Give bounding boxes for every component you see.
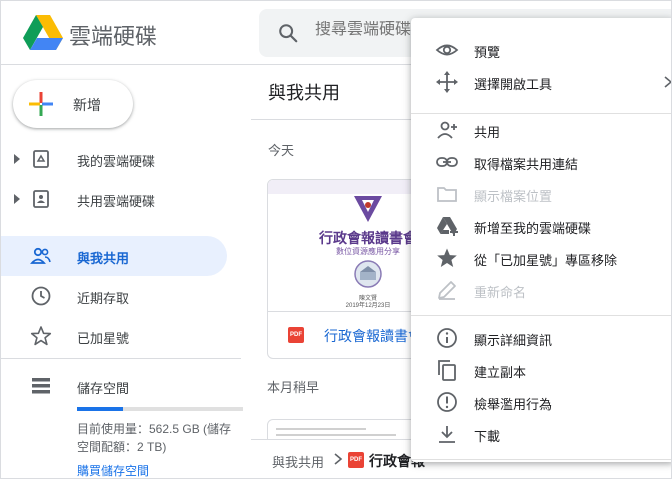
thumbnail-emblem-icon [354, 196, 382, 222]
new-button-label: 新增 [73, 97, 101, 113]
clock-icon [31, 286, 51, 306]
menu-item-rename: 重新命名 [411, 274, 671, 306]
eye-icon [435, 44, 459, 56]
report-icon [437, 392, 457, 412]
folder-icon [437, 187, 457, 202]
menu-item-add-to-my-drive[interactable]: 新增至我的雲端硬碟 [411, 210, 671, 242]
app-title[interactable]: 雲端硬碟 [69, 19, 157, 51]
info-icon [437, 328, 457, 348]
menu-item-remove-from-starred[interactable]: 從「已加星號」專區移除 [411, 242, 671, 274]
buy-storage-link[interactable]: 購買儲存空間 [77, 462, 149, 478]
my-drive-icon [33, 150, 49, 168]
menu-item-label: 顯示檔案位置 [474, 189, 553, 204]
menu-item-label: 建立副本 [474, 365, 527, 380]
file-name[interactable]: 行政會報讀書會 [324, 326, 422, 346]
menu-item-label: 下載 [474, 429, 501, 444]
plus-icon [29, 92, 53, 116]
caret-right-icon[interactable] [13, 193, 21, 205]
context-menu: 預覽 選擇開啟工具 共用 取得檔案共用連結 顯示檔案位置 新增至我的雲端硬碟 從… [411, 18, 671, 462]
storage-progress-bar [77, 407, 243, 411]
thumbnail-text-line [276, 434, 396, 436]
sidebar-item-label: 我的雲端硬碟 [77, 154, 156, 169]
sidebar-item-recent[interactable]: 近期存取 [1, 276, 227, 316]
sidebar-item-shared-with-me[interactable]: 與我共用 [1, 236, 227, 276]
sidebar-item-label: 共用雲端硬碟 [77, 194, 156, 209]
sidebar-item-label: 已加星號 [77, 331, 130, 346]
copy-icon [438, 360, 456, 381]
storage-label[interactable]: 儲存空間 [77, 378, 129, 397]
menu-item-label: 檢舉濫用行為 [474, 397, 553, 412]
chevron-right-icon [334, 453, 343, 465]
caret-right-icon[interactable] [13, 153, 21, 165]
pencil-icon [438, 281, 456, 300]
menu-item-open-with[interactable]: 選擇開啟工具 [411, 66, 671, 98]
menu-item-view-details[interactable]: 顯示詳細資訊 [411, 322, 671, 354]
link-icon [436, 157, 458, 167]
drive-window: 雲端硬碟 新增 我的雲端硬碟 [0, 0, 672, 479]
drive-logo-icon[interactable] [23, 15, 63, 51]
menu-item-label: 重新命名 [474, 285, 527, 300]
storage-quota-text: 空間配額：2 TB) [77, 440, 167, 454]
pdf-icon: PDF [288, 327, 304, 343]
menu-item-preview[interactable]: 預覽 [411, 34, 671, 66]
new-button[interactable]: 新增 [13, 80, 133, 128]
menu-item-label: 顯示詳細資訊 [474, 333, 553, 348]
person-add-icon [437, 121, 457, 139]
menu-item-share[interactable]: 共用 [411, 114, 671, 146]
shared-drives-icon [33, 190, 49, 208]
menu-item-label: 從「已加星號」專區移除 [474, 253, 618, 268]
menu-item-label: 選擇開啟工具 [474, 77, 553, 92]
thumbnail-photo-icon [354, 260, 382, 288]
search-icon[interactable] [277, 22, 299, 44]
menu-item-label: 取得檔案共用連結 [474, 157, 579, 172]
menu-item-label: 新增至我的雲端硬碟 [474, 221, 592, 236]
submenu-chevron-icon [664, 76, 671, 88]
sidebar-item-label: 近期存取 [77, 291, 130, 306]
storage-progress-fill [77, 407, 123, 411]
sidebar-item-label: 與我共用 [77, 251, 130, 266]
open-with-icon [436, 71, 458, 93]
add-to-drive-icon [437, 217, 458, 236]
thumbnail-text-line [276, 428, 366, 430]
menu-item-get-link[interactable]: 取得檔案共用連結 [411, 146, 671, 178]
sidebar-divider [1, 358, 241, 359]
storage-icon [32, 378, 50, 394]
section-header-earlier-this-month: 本月稍早 [267, 380, 320, 395]
menu-item-download[interactable]: 下載 [411, 418, 671, 450]
storage-used-text: 目前使用量：562.5 GB (儲存 [77, 422, 232, 436]
menu-item-label: 共用 [474, 125, 501, 140]
sidebar-item-starred[interactable]: 已加星號 [1, 316, 227, 356]
download-icon [439, 426, 455, 443]
pdf-icon: PDF [348, 452, 364, 468]
section-header-today: 今天 [268, 143, 295, 158]
shared-with-me-icon [30, 247, 51, 264]
star-outline-icon [30, 326, 52, 346]
menu-item-report-abuse[interactable]: 檢舉濫用行為 [411, 386, 671, 418]
sidebar-item-shared-drives[interactable]: 共用雲端硬碟 [1, 179, 227, 219]
menu-item-label: 預覽 [474, 45, 501, 60]
sidebar-item-my-drive[interactable]: 我的雲端硬碟 [1, 139, 227, 179]
menu-divider [411, 315, 671, 316]
menu-divider [411, 459, 671, 460]
breadcrumb-root[interactable]: 與我共用 [272, 452, 324, 471]
sidebar: 新增 我的雲端硬碟 共用雲端硬碟 與我共用 近期存取 已加星號 儲存空間 目前使… [1, 66, 251, 478]
menu-item-make-copy[interactable]: 建立副本 [411, 354, 671, 386]
page-title: 與我共用 [268, 83, 340, 103]
star-filled-icon [437, 248, 457, 267]
menu-item-show-file-location: 顯示檔案位置 [411, 178, 671, 210]
